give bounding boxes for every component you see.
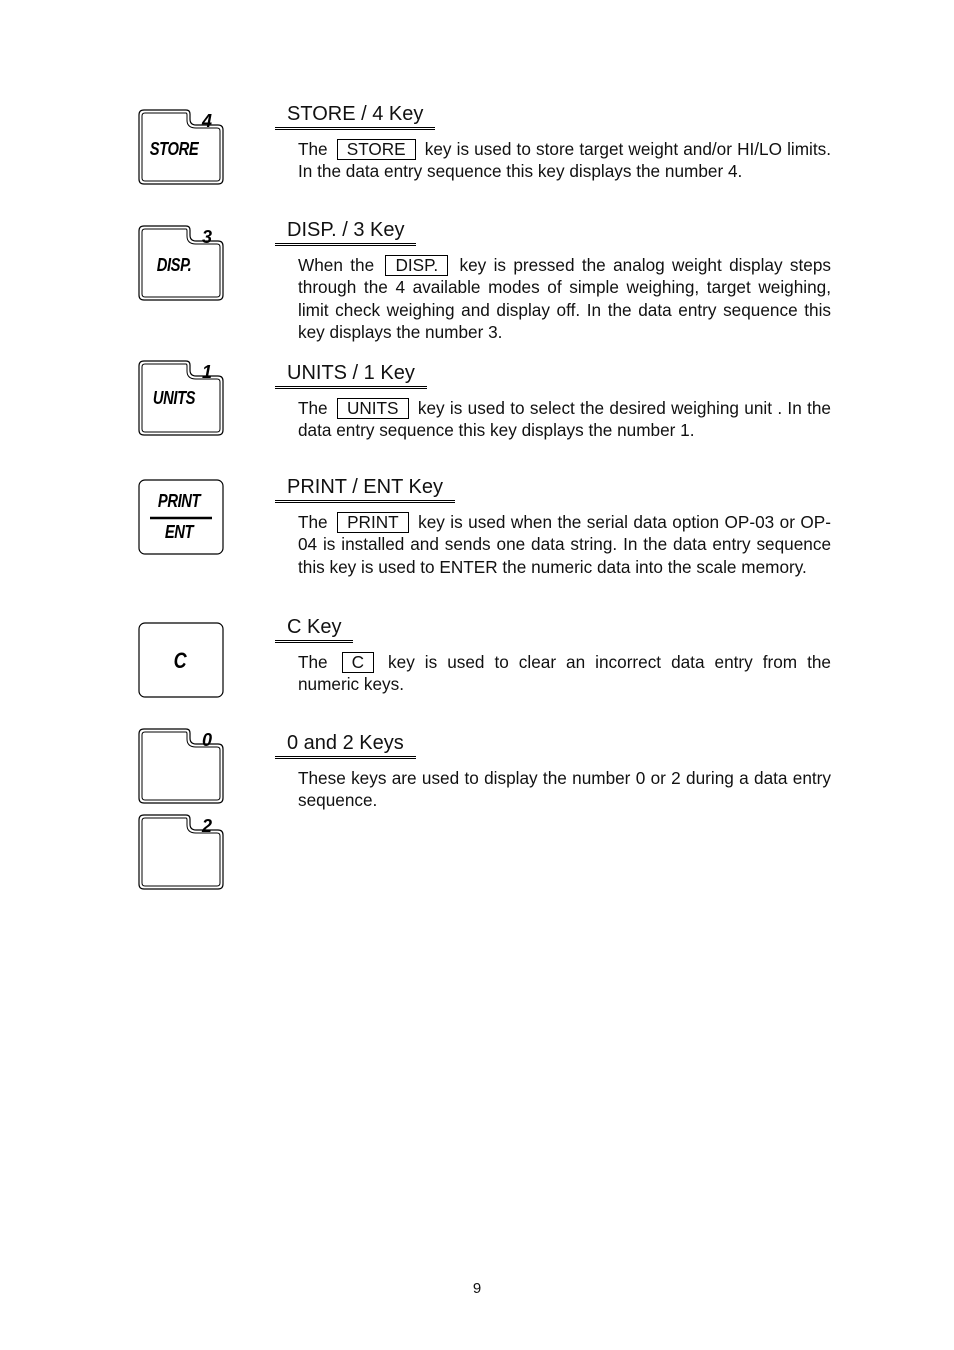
- key-label: DISP.: [156, 255, 192, 275]
- section-description: The C key is used to clear an incorrect …: [298, 651, 831, 696]
- text: The: [298, 512, 334, 532]
- key-label: UNITS: [152, 388, 196, 408]
- inline-key-box: DISP.: [385, 255, 449, 276]
- inline-key-box: STORE: [336, 139, 416, 160]
- text: The: [298, 652, 338, 672]
- section-heading: STORE / 4 Key: [275, 103, 436, 130]
- inline-key-box: C: [341, 652, 375, 673]
- print-ent-key-icon: PRINT ENT: [138, 479, 224, 555]
- section-description: When the DISP. key is pressed the analog…: [298, 254, 831, 343]
- text: The: [298, 139, 333, 159]
- store-key-icon: 4 STORE: [138, 109, 224, 185]
- key-number: 3: [201, 227, 212, 247]
- key-label-top: PRINT: [157, 491, 201, 511]
- text: When the: [298, 255, 382, 275]
- inline-key-box: UNITS: [336, 398, 409, 419]
- text: The: [298, 398, 333, 418]
- section-disp-key: DISP. / 3 Key When the DISP. key is pres…: [275, 219, 831, 343]
- section-description: The STORE key is used to store target we…: [298, 138, 831, 183]
- disp-key-icon: 3 DISP.: [138, 225, 224, 301]
- section-heading: PRINT / ENT Key: [275, 476, 455, 503]
- section-store-key: STORE / 4 Key The STORE key is used to s…: [275, 103, 831, 183]
- section-description: The PRINT key is used when the serial da…: [298, 511, 831, 578]
- units-key-icon: 1 UNITS: [138, 360, 224, 436]
- page-number: 9: [472, 1280, 482, 1297]
- section-heading: DISP. / 3 Key: [275, 219, 417, 246]
- section-c-key: C Key The C key is used to clear an inco…: [275, 616, 831, 696]
- key-number: 0: [201, 730, 212, 750]
- two-key-icon: 2: [138, 814, 224, 890]
- section-heading: UNITS / 1 Key: [275, 362, 427, 389]
- text: key is used to clear an incorrect data e…: [298, 652, 831, 695]
- key-label: C: [173, 648, 187, 673]
- zero-key-icon: 0: [138, 728, 224, 804]
- key-number: 2: [201, 816, 212, 836]
- section-zero-two-keys: 0 and 2 Keys These keys are used to disp…: [275, 732, 831, 812]
- section-print-ent-key: PRINT / ENT Key The PRINT key is used wh…: [275, 476, 831, 578]
- key-label-bottom: ENT: [164, 522, 194, 542]
- section-heading: 0 and 2 Keys: [275, 732, 416, 759]
- inline-key-box: PRINT: [337, 512, 409, 533]
- section-heading: C Key: [275, 616, 354, 643]
- section-description: These keys are used to display the numbe…: [298, 768, 831, 811]
- key-label: STORE: [149, 139, 199, 159]
- section-units-key: UNITS / 1 Key The UNITS key is used to s…: [275, 362, 831, 442]
- c-key-icon: C: [138, 622, 224, 698]
- section-description: The UNITS key is used to select the desi…: [298, 397, 831, 442]
- key-number: 4: [201, 111, 212, 131]
- key-number: 1: [201, 362, 212, 382]
